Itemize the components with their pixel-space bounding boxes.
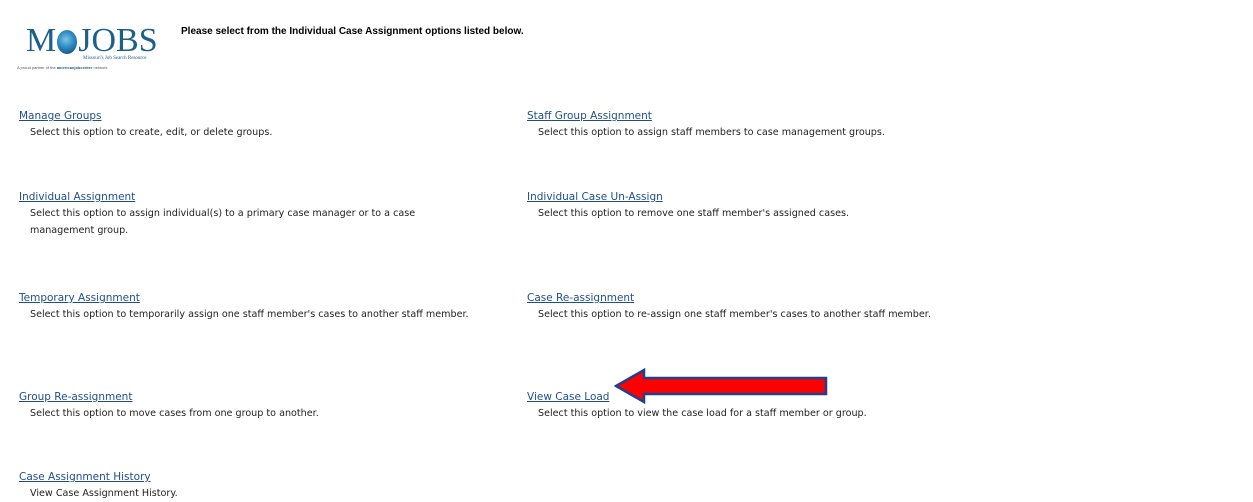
option-description: Select this option to view the case load… [538,408,867,419]
logo-tagline: Missouri's Job Search Resource [83,56,147,61]
group-re-assignment-link[interactable]: Group Re-assignment [19,390,132,404]
temporary-assignment-link[interactable]: Temporary Assignment [19,291,140,305]
manage-groups-link[interactable]: Manage Groups [19,109,101,123]
case-assignment-history-link[interactable]: Case Assignment History [19,470,151,484]
mojobs-logo: M JOBS Missouri's Job Search Resource A p… [17,22,177,74]
option-individual-assignment: Individual Assignment Select this option… [19,185,489,239]
staff-group-assignment-link[interactable]: Staff Group Assignment [527,109,652,123]
option-individual-case-un-assign: Individual Case Un-Assign Select this op… [527,185,997,222]
option-description: Select this option to re-assign one staf… [538,309,931,320]
option-description: Select this option to move cases from on… [30,408,319,419]
globe-icon [57,30,78,54]
option-description: View Case Assignment History. [30,488,178,499]
page-heading: Please select from the Individual Case A… [181,26,524,37]
arrow-shape [614,368,828,404]
red-arrow-annotation [614,368,828,404]
option-temporary-assignment: Temporary Assignment Select this option … [19,286,489,323]
individual-assignment-link[interactable]: Individual Assignment [19,190,135,204]
option-description: Select this option to create, edit, or d… [30,127,273,138]
option-case-assignment-history: Case Assignment History View Case Assign… [19,465,489,502]
option-group-re-assignment: Group Re-assignment Select this option t… [19,385,489,422]
option-description: Select this option to remove one staff m… [538,208,850,219]
option-description: Select this option to temporarily assign… [30,309,469,320]
option-case-re-assignment: Case Re-assignment Select this option to… [527,286,997,323]
case-re-assignment-link[interactable]: Case Re-assignment [527,291,634,305]
logo-wordmark: M JOBS [26,22,158,59]
option-description: Select this option to assign staff membe… [538,127,885,138]
option-description: Select this option to assign individual(… [30,208,416,236]
option-manage-groups: Manage Groups Select this option to crea… [19,104,489,141]
individual-case-un-assign-link[interactable]: Individual Case Un-Assign [527,190,663,204]
view-case-load-link[interactable]: View Case Load [527,390,609,404]
logo-partner-text: A proud partner of the americanjobcenter… [17,65,108,70]
option-staff-group-assignment: Staff Group Assignment Select this optio… [527,104,997,141]
